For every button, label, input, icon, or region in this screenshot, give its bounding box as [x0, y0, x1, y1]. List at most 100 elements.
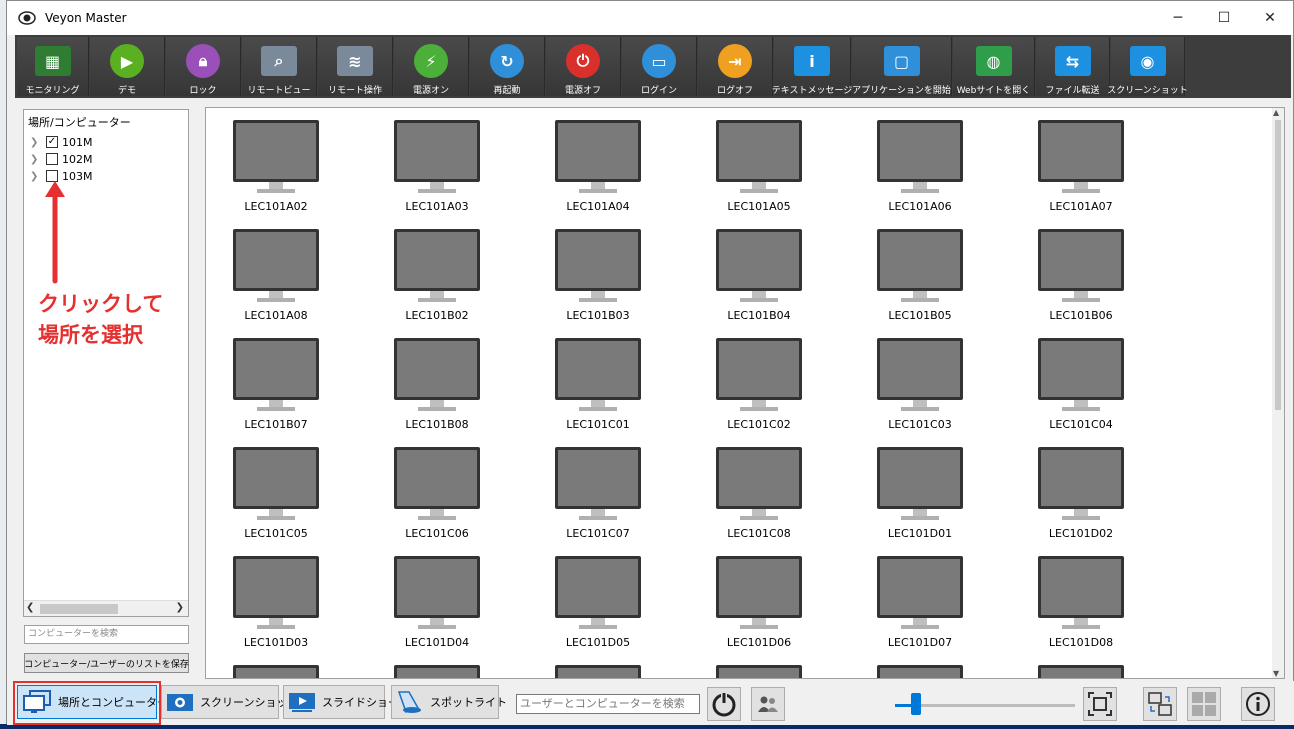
computer-tile[interactable]: LEC101C01 [528, 330, 668, 438]
computer-tile[interactable]: LEC101B08 [367, 330, 507, 438]
computer-tile[interactable]: LEC101C04 [1011, 330, 1151, 438]
chevron-right-icon[interactable]: ❯ [30, 171, 40, 182]
toolbar-button-monitoring[interactable]: ▦ モニタリング [17, 37, 89, 96]
computer-tile[interactable]: LEC101C06 [367, 439, 507, 547]
computer-tile[interactable]: LEC101A05 [689, 112, 829, 220]
computer-tile[interactable]: LEC101A08 [206, 221, 346, 329]
monitor-screen [1041, 668, 1121, 678]
location-item-101m[interactable]: ❯ ✓ 101M [30, 134, 93, 150]
monitor-base [740, 625, 778, 629]
computer-tile[interactable]: LEC101A06 [850, 112, 990, 220]
spotlight-label: スポットライト [430, 696, 507, 709]
spotlight-button[interactable]: スポットライト [391, 685, 507, 719]
rotate-view-button[interactable] [1143, 687, 1177, 721]
toolbar-button-power-on[interactable]: ⚡︎ 電源オン [394, 37, 469, 96]
monitor-base [579, 189, 617, 193]
computer-tile[interactable]: LEC101B07 [206, 330, 346, 438]
scroll-up-icon[interactable]: ▲ [1273, 108, 1279, 117]
zoom-slider-track[interactable] [895, 704, 1075, 707]
toolbar-button-remote-control[interactable]: ≋ リモート操作 [318, 37, 393, 96]
computer-tile[interactable]: LEC101D04 [367, 548, 507, 656]
computer-tile[interactable]: LEC101B03 [528, 221, 668, 329]
computer-tile[interactable]: LEC101D08 [1011, 548, 1151, 656]
vertical-scrollbar[interactable]: ▲ ▼ [1272, 108, 1284, 678]
location-checkbox[interactable] [46, 153, 58, 165]
about-button[interactable] [1241, 687, 1275, 721]
chevron-right-icon[interactable]: ❯ [30, 137, 40, 148]
computer-tile[interactable]: LEC101A02 [206, 112, 346, 220]
computer-tile[interactable] [689, 657, 829, 678]
computer-tile[interactable]: LEC101A04 [528, 112, 668, 220]
computer-tile[interactable]: LEC101C05 [206, 439, 346, 547]
scrollbar-thumb[interactable] [1275, 120, 1281, 410]
computer-search-input[interactable]: コンピューターを検索 [24, 625, 189, 644]
grid-layout-button[interactable] [1187, 687, 1221, 721]
screenshot-view-button[interactable]: スクリーンショット [161, 685, 298, 719]
toolbar-button-reboot[interactable]: ↻ 再起動 [470, 37, 545, 96]
veyon-eye-icon [17, 8, 37, 28]
computer-tile[interactable]: LEC101D06 [689, 548, 829, 656]
computer-tile[interactable] [1011, 657, 1151, 678]
power-button[interactable] [707, 687, 741, 721]
computer-tile[interactable]: LEC101D07 [850, 548, 990, 656]
fit-window-button[interactable] [1083, 687, 1117, 721]
computer-name: LEC101A03 [405, 200, 469, 213]
toolbar-button-power-off[interactable]: ⏻︎ 電源オフ [546, 37, 621, 96]
chevron-right-icon[interactable]: ❯ [30, 154, 40, 165]
monitor-screen [558, 341, 638, 397]
toolbar-button-website[interactable]: ◍ Webサイトを開く [953, 37, 1035, 96]
toolbar-button-demo[interactable]: ▶ デモ [90, 37, 165, 96]
computer-tile[interactable]: LEC101B02 [367, 221, 507, 329]
computer-tile[interactable]: LEC101B06 [1011, 221, 1151, 329]
computer-tile[interactable]: LEC101D01 [850, 439, 990, 547]
info-icon [1246, 692, 1270, 716]
zoom-slider-handle[interactable] [911, 693, 921, 715]
computer-tile[interactable]: LEC101C02 [689, 330, 829, 438]
close-button[interactable]: ✕ [1247, 1, 1293, 35]
computer-tile[interactable]: LEC101A03 [367, 112, 507, 220]
monitor-icon [555, 338, 641, 400]
monitor-base [418, 516, 456, 520]
computer-tile[interactable] [850, 657, 990, 678]
computer-tile[interactable]: LEC101B05 [850, 221, 990, 329]
toolbar-button-text-message[interactable]: i テキストメッセージ [771, 37, 853, 96]
toolbar-button-start-app[interactable]: ▢ アプリケーションを開始 [852, 37, 952, 96]
computer-tile[interactable]: LEC101D03 [206, 548, 346, 656]
location-checkbox[interactable]: ✓ [46, 136, 58, 148]
computer-tile[interactable]: LEC101C07 [528, 439, 668, 547]
scroll-down-icon[interactable]: ▼ [1273, 669, 1279, 678]
monitor-icon [394, 120, 480, 182]
toolbar-button-screenshot[interactable]: ◉ スクリーンショット [1107, 37, 1188, 96]
save-list-button[interactable]: コンピューター/ユーザーのリストを保存 [24, 653, 189, 673]
computer-tile[interactable]: LEC101B04 [689, 221, 829, 329]
monitor-icon [1038, 120, 1124, 182]
computer-name: LEC101A06 [888, 200, 952, 213]
scroll-left-icon[interactable]: ❮ [26, 602, 34, 613]
toolbar-button-remote-view[interactable]: ⌕ リモートビュー [242, 37, 317, 96]
scroll-right-icon[interactable]: ❯ [176, 602, 184, 613]
minimize-button[interactable]: ─ [1155, 1, 1201, 35]
toolbar-button-login[interactable]: ▭ ログイン [622, 37, 697, 96]
horizontal-scrollbar[interactable]: ❮ ❯ [24, 600, 188, 616]
computer-tile[interactable]: LEC101C08 [689, 439, 829, 547]
computer-tile[interactable] [528, 657, 668, 678]
computer-name: LEC101C07 [566, 527, 630, 540]
slideshow-button[interactable]: スライドショー [283, 685, 399, 719]
computer-tile[interactable]: LEC101C03 [850, 330, 990, 438]
computer-tile[interactable]: LEC101D05 [528, 548, 668, 656]
toolbar-button-label: アプリケーションを開始 [852, 86, 951, 96]
toolbar-button-file-transfer[interactable]: ⇆ ファイル転送 [1036, 37, 1110, 96]
location-item-102m[interactable]: ❯ 102M [30, 151, 93, 167]
toolbar-button-logoff[interactable]: ⇥ ログオフ [698, 37, 773, 96]
computer-tile[interactable]: LEC101D02 [1011, 439, 1151, 547]
computer-tile[interactable]: LEC101A07 [1011, 112, 1151, 220]
monitor-base [579, 516, 617, 520]
scrollbar-thumb[interactable] [40, 604, 118, 614]
toolbar-button-lock[interactable]: 🔒︎ ロック [166, 37, 241, 96]
toolbar-button-label: テキストメッセージ [771, 86, 853, 96]
user-computer-search-input[interactable]: ユーザーとコンピューターを検索 [516, 694, 700, 714]
users-button[interactable] [751, 687, 785, 721]
computer-tile[interactable] [367, 657, 507, 678]
computer-tile[interactable] [206, 657, 346, 678]
maximize-button[interactable]: ☐ [1201, 1, 1247, 35]
